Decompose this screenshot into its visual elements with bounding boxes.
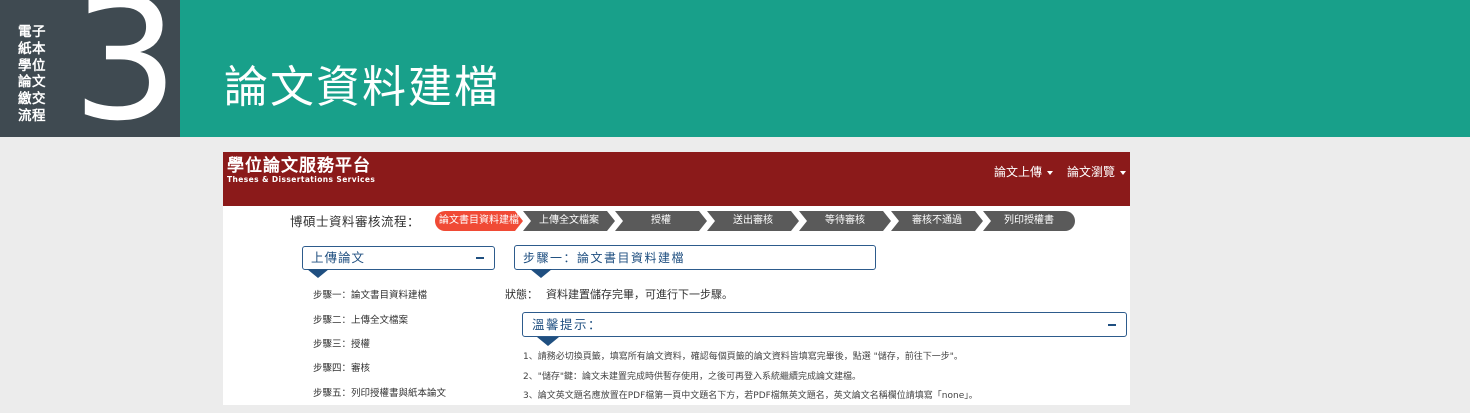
progress-step-review-failed[interactable]: 審核不通過 [891,211,983,231]
minus-icon[interactable] [1108,324,1116,327]
tips-title: 溫馨提示： [532,317,603,332]
sidebar-item-step-3[interactable]: 步驟三：授權 [313,339,370,351]
nav-label: 論文上傳 [993,165,1042,179]
site-header: 學位論文服務平台 Theses & Dissertations Services… [223,152,1130,206]
progress-step-await-review[interactable]: 等待審核 [799,211,891,231]
tips-pointer-arrow [537,337,559,346]
sidebar-title: 上傳論文 [311,250,366,265]
sidebar-item-step-2[interactable]: 步驟二：上傳全文檔案 [313,315,408,327]
status-label: 狀態： [505,288,538,301]
tips-header[interactable]: 溫馨提示： [522,312,1127,337]
site-title[interactable]: 學位論文服務平台 [227,156,371,176]
sidebar-item-step-4[interactable]: 步驟四：審核 [313,363,370,375]
banner-title-panel: 論文資料建檔 [180,0,1470,137]
progress-step-upload-fulltext[interactable]: 上傳全文檔案 [523,211,615,231]
tip-item: 3、論文英文題名應放置在PDF檔第一頁中文題名下方，若PDF檔無英文題名，英文論… [523,391,978,401]
sidebar-header[interactable]: 上傳論文 [302,246,495,270]
sidebar-item-step-1[interactable]: 步驟一：論文書目資料建檔 [313,290,427,302]
step-number: 3 [72,0,179,137]
sidebar-item-step-5[interactable]: 步驟五：列印授權書與紙本論文 [313,388,446,400]
flow-label-line: 電子 [18,24,46,40]
flow-label-line: 紙本 [18,40,46,57]
site-subtitle: Theses & Dissertations Services [227,175,376,184]
progress-step-print-authorization[interactable]: 列印授權書 [983,211,1075,231]
sidebar-pointer-arrow [307,269,329,278]
flow-label-line: 學位 [18,57,46,74]
tip-item: 1、請務必切換頁籤，填寫所有論文資料，確認每個頁籤的論文資料皆填寫完畢後，點選 … [523,352,963,362]
top-nav: 論文上傳 論文瀏覽 [994,164,1126,180]
platform-screenshot: 學位論文服務平台 Theses & Dissertations Services… [223,152,1130,405]
process-banner: 電子 紙本 學位 論文 繳交 流程 3 論文資料建檔 [0,0,1470,137]
progress-step-authorize[interactable]: 授權 [615,211,707,231]
current-step-header: 步驟一：論文書目資料建檔 [514,245,876,270]
tip-item: 2、"儲存"鍵：論文未建置完成時供暫存使用，之後可再登入系統繼續完成論文建檔。 [523,372,862,382]
progress-label: 博碩士資料審核流程： [290,214,421,229]
minus-icon[interactable] [476,257,484,260]
nav-label: 論文瀏覽 [1066,165,1115,179]
status-value: 資料建置儲存完畢，可進行下一步驟。 [546,288,733,301]
progress-step-bibliographic[interactable]: 論文書目資料建檔 [435,211,523,231]
flow-label: 電子 紙本 學位 論文 繳交 流程 [18,24,58,125]
page-title: 論文資料建檔 [224,62,500,113]
banner-step-panel: 電子 紙本 學位 論文 繳交 流程 3 [0,0,180,137]
progress-step-submit-review[interactable]: 送出審核 [707,211,799,231]
nav-upload-thesis[interactable]: 論文上傳 [994,164,1053,180]
current-step-title: 步驟一：論文書目資料建檔 [523,251,686,265]
caret-down-icon [1120,170,1126,175]
status-line: 狀態： 資料建置儲存完畢，可進行下一步驟。 [505,288,733,302]
step-pointer-arrow [530,269,552,278]
caret-down-icon [1046,170,1053,175]
review-progress: 博碩士資料審核流程： 論文書目資料建檔 上傳全文檔案 授權 送出審核 等待審核 … [223,210,1130,234]
nav-browse-thesis[interactable]: 論文瀏覽 [1067,164,1126,180]
flow-label-line: 流程 [18,107,46,124]
flow-label-line: 繳交 [18,91,46,108]
flow-label-line: 論文 [18,74,46,91]
